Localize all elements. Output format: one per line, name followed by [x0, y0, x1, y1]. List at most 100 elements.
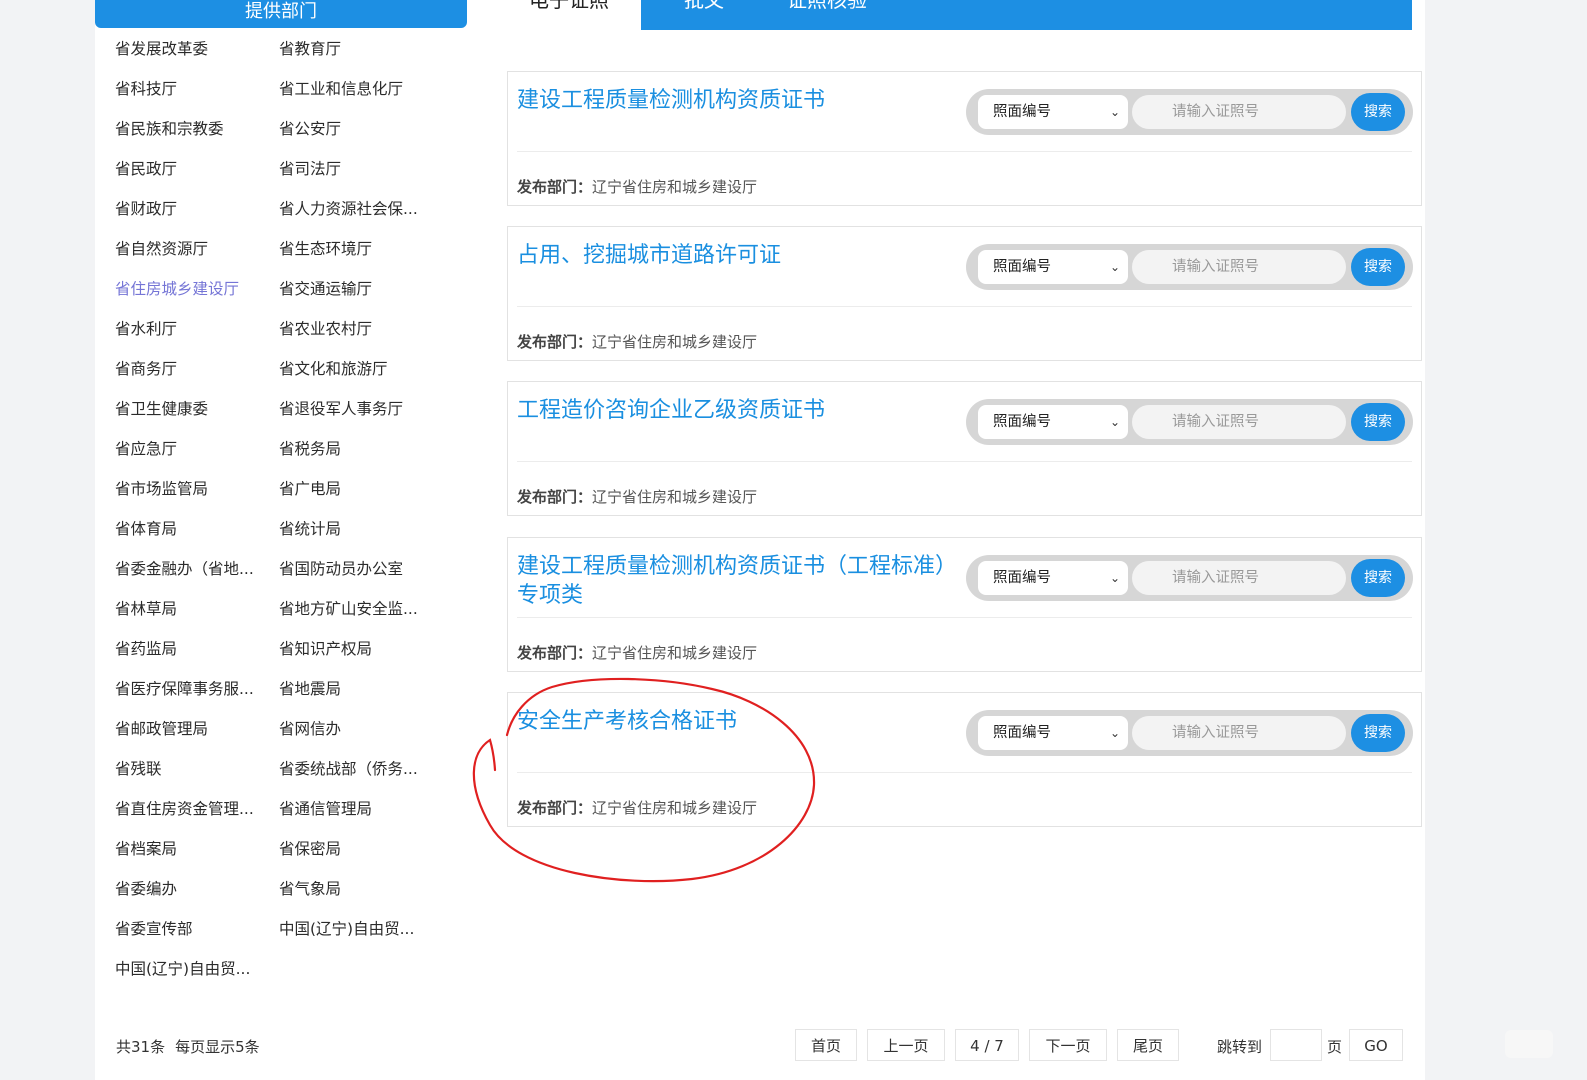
publish-dept: 发布部门：辽宁省住房和城乡建设厅 — [517, 642, 757, 663]
sidebar-item-dept[interactable]: 省委宣传部 — [115, 909, 193, 949]
sidebar-item-dept[interactable]: 省财政厅 — [115, 189, 177, 229]
sidebar-item-dept[interactable]: 中国(辽宁)自由贸... — [115, 949, 250, 989]
sidebar-item-dept[interactable]: 省文化和旅游厅 — [279, 349, 388, 389]
sidebar-item-dept[interactable]: 省医疗保障事务服... — [115, 669, 254, 709]
chevron-down-icon: ⌄ — [1109, 571, 1120, 585]
license-title[interactable]: 占用、挖掘城市道路许可证 — [517, 241, 957, 270]
sidebar-item-dept[interactable]: 省地方矿山安全监... — [279, 589, 418, 629]
chevron-down-icon: ⌄ — [1109, 415, 1120, 429]
sidebar-item-dept[interactable]: 省气象局 — [279, 869, 341, 909]
sidebar-item-dept[interactable]: 省保密局 — [279, 829, 341, 869]
side-widget[interactable] — [1505, 1030, 1553, 1058]
search-button[interactable]: 搜索 — [1351, 93, 1405, 131]
publish-dept: 发布部门：辽宁省住房和城乡建设厅 — [517, 486, 757, 507]
field-select-value: 照面编号 — [993, 414, 1051, 430]
field-select-value: 照面编号 — [993, 725, 1051, 741]
license-search-bar: 照面编号 ⌄ 请输入证照号 搜索 — [966, 244, 1413, 290]
sidebar-item-dept[interactable]: 省林草局 — [115, 589, 177, 629]
first-page-button[interactable]: 首页 — [795, 1029, 857, 1061]
sidebar-item-dept[interactable]: 省市场监管局 — [115, 469, 208, 509]
sidebar-item-dept[interactable]: 省应急厅 — [115, 429, 177, 469]
provider-dept-header: 提供部门 — [95, 0, 467, 28]
field-select-value: 照面编号 — [993, 104, 1051, 120]
license-number-input[interactable]: 请输入证照号 — [1132, 405, 1346, 439]
sidebar-item-dept[interactable]: 省卫生健康委 — [115, 389, 208, 429]
sidebar-item-dept[interactable]: 省自然资源厅 — [115, 229, 208, 269]
field-select[interactable]: 照面编号 ⌄ — [978, 561, 1128, 595]
jump-page-input[interactable] — [1270, 1029, 1322, 1061]
sidebar-item-dept[interactable]: 省通信管理局 — [279, 789, 372, 829]
sidebar-item-dept[interactable]: 省教育厅 — [279, 29, 341, 69]
sidebar-item-dept[interactable]: 省网信办 — [279, 709, 341, 749]
sidebar-item-dept[interactable]: 省档案局 — [115, 829, 177, 869]
sidebar-item-dept[interactable]: 省生态环境厅 — [279, 229, 372, 269]
sidebar-item-dept[interactable]: 省直住房资金管理... — [115, 789, 254, 829]
sidebar-item-dept[interactable]: 省人力资源社会保... — [279, 189, 418, 229]
field-select[interactable]: 照面编号 ⌄ — [978, 250, 1128, 284]
sidebar-item-dept[interactable]: 省工业和信息化厅 — [279, 69, 403, 109]
tab-license-verify[interactable]: 证照核验 — [765, 0, 889, 30]
sidebar-item-dept[interactable]: 省退役军人事务厅 — [279, 389, 403, 429]
license-number-input[interactable]: 请输入证照号 — [1132, 561, 1346, 595]
sidebar-item-dept[interactable]: 省地震局 — [279, 669, 341, 709]
search-button[interactable]: 搜索 — [1351, 714, 1405, 752]
search-button[interactable]: 搜索 — [1351, 559, 1405, 597]
search-button[interactable]: 搜索 — [1351, 248, 1405, 286]
sidebar-item-dept[interactable]: 省交通运输厅 — [279, 269, 372, 309]
license-search-bar: 照面编号 ⌄ 请输入证照号 搜索 — [966, 399, 1413, 445]
license-card: 建设工程质量检测机构资质证书 照面编号 ⌄ 请输入证照号 搜索 发布部门：辽宁省住… — [507, 71, 1422, 206]
chevron-down-icon: ⌄ — [1109, 105, 1120, 119]
last-page-button[interactable]: 尾页 — [1117, 1029, 1179, 1061]
sidebar-item-dept[interactable]: 省药监局 — [115, 629, 177, 669]
sidebar-item-dept[interactable]: 省残联 — [115, 749, 162, 789]
sidebar-item-dept[interactable]: 省公安厅 — [279, 109, 341, 149]
go-button[interactable]: GO — [1349, 1029, 1403, 1061]
publish-dept-label: 发布部门： — [517, 488, 593, 506]
field-select[interactable]: 照面编号 ⌄ — [978, 716, 1128, 750]
sidebar-item-dept[interactable]: 省司法厅 — [279, 149, 341, 189]
chevron-down-icon: ⌄ — [1109, 260, 1120, 274]
total-count: 共31条 — [116, 1038, 166, 1056]
sidebar-item-dept[interactable]: 省委统战部（侨务... — [279, 749, 418, 789]
license-title[interactable]: 工程造价咨询企业乙级资质证书 — [517, 396, 957, 425]
license-number-input[interactable]: 请输入证照号 — [1132, 716, 1346, 750]
tab-bar: 电子证照 批文 证照核验 — [507, 0, 1412, 30]
sidebar-item-dept[interactable]: 省住房城乡建设厅 — [115, 269, 239, 309]
license-title[interactable]: 安全生产考核合格证书 — [517, 707, 957, 736]
tab-approval[interactable]: 批文 — [662, 0, 746, 30]
sidebar-item-dept[interactable]: 省税务局 — [279, 429, 341, 469]
search-button[interactable]: 搜索 — [1351, 403, 1405, 441]
sidebar-item-dept[interactable]: 省农业农村厅 — [279, 309, 372, 349]
next-page-button[interactable]: 下一页 — [1029, 1029, 1107, 1061]
sidebar-item-dept[interactable]: 省科技厅 — [115, 69, 177, 109]
license-number-input[interactable]: 请输入证照号 — [1132, 95, 1346, 129]
sidebar-item-dept[interactable]: 省统计局 — [279, 509, 341, 549]
sidebar-item-dept[interactable]: 省体育局 — [115, 509, 177, 549]
sidebar-item-dept[interactable]: 省知识产权局 — [279, 629, 372, 669]
card-divider — [517, 772, 1412, 773]
pagination-info: 共31条 每页显示5条 — [116, 1036, 270, 1057]
sidebar-item-dept[interactable]: 省水利厅 — [115, 309, 177, 349]
sidebar-item-dept[interactable]: 中国(辽宁)自由贸... — [279, 909, 414, 949]
sidebar-item-dept[interactable]: 省邮政管理局 — [115, 709, 208, 749]
field-select[interactable]: 照面编号 ⌄ — [978, 95, 1128, 129]
sidebar-item-dept[interactable]: 省民族和宗教委 — [115, 109, 224, 149]
publish-dept: 发布部门：辽宁省住房和城乡建设厅 — [517, 797, 757, 818]
sidebar-item-dept[interactable]: 省委编办 — [115, 869, 177, 909]
sidebar-item-dept[interactable]: 省商务厅 — [115, 349, 177, 389]
sidebar-item-dept[interactable]: 省发展改革委 — [115, 29, 208, 69]
sidebar-item-dept[interactable]: 省民政厅 — [115, 149, 177, 189]
license-number-input[interactable]: 请输入证照号 — [1132, 250, 1346, 284]
publish-dept: 发布部门：辽宁省住房和城乡建设厅 — [517, 331, 757, 352]
publish-dept-value: 辽宁省住房和城乡建设厅 — [592, 799, 758, 817]
tab-electronic-license[interactable]: 电子证照 — [507, 0, 641, 30]
per-page: 每页显示5条 — [175, 1038, 260, 1056]
license-title[interactable]: 建设工程质量检测机构资质证书（工程标准）专项类 — [517, 552, 957, 610]
prev-page-button[interactable]: 上一页 — [867, 1029, 945, 1061]
sidebar-item-dept[interactable]: 省广电局 — [279, 469, 341, 509]
license-card: 工程造价咨询企业乙级资质证书 照面编号 ⌄ 请输入证照号 搜索 发布部门：辽宁省住… — [507, 381, 1422, 516]
license-title[interactable]: 建设工程质量检测机构资质证书 — [517, 86, 957, 115]
sidebar-item-dept[interactable]: 省委金融办（省地... — [115, 549, 254, 589]
sidebar-item-dept[interactable]: 省国防动员办公室 — [279, 549, 403, 589]
field-select[interactable]: 照面编号 ⌄ — [978, 405, 1128, 439]
